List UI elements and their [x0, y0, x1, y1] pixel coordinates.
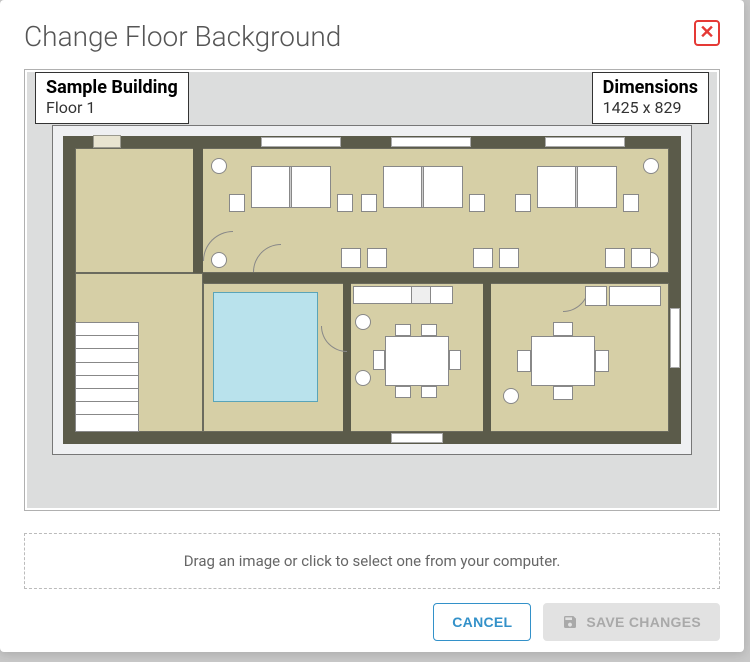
- cancel-button[interactable]: CANCEL: [433, 603, 531, 641]
- preview-container: Sample Building Floor 1 Dimensions 1425 …: [24, 69, 720, 511]
- dropzone-text: Drag an image or click to select one fro…: [184, 552, 561, 570]
- close-button[interactable]: ✕: [694, 20, 720, 46]
- floor-label: Floor 1: [46, 98, 178, 117]
- modal-header: Change Floor Background ✕: [24, 20, 720, 53]
- dimensions-info-box: Dimensions 1425 x 829: [592, 72, 709, 124]
- close-icon: ✕: [699, 24, 714, 42]
- save-changes-button[interactable]: SAVE CHANGES: [543, 603, 720, 641]
- modal-title: Change Floor Background: [24, 20, 341, 53]
- building-name: Sample Building: [46, 77, 178, 98]
- floor-preview: Sample Building Floor 1 Dimensions 1425 …: [27, 72, 717, 508]
- upload-dropzone[interactable]: Drag an image or click to select one fro…: [24, 533, 720, 589]
- dimensions-label: Dimensions: [603, 77, 698, 98]
- save-icon: [562, 614, 578, 630]
- floor-plan: [52, 125, 692, 455]
- dimensions-value: 1425 x 829: [603, 98, 698, 117]
- building-info-box: Sample Building Floor 1: [35, 72, 189, 124]
- change-floor-bg-modal: Change Floor Background ✕ Sample Buildin…: [0, 0, 744, 652]
- modal-actions: CANCEL SAVE CHANGES: [24, 603, 720, 641]
